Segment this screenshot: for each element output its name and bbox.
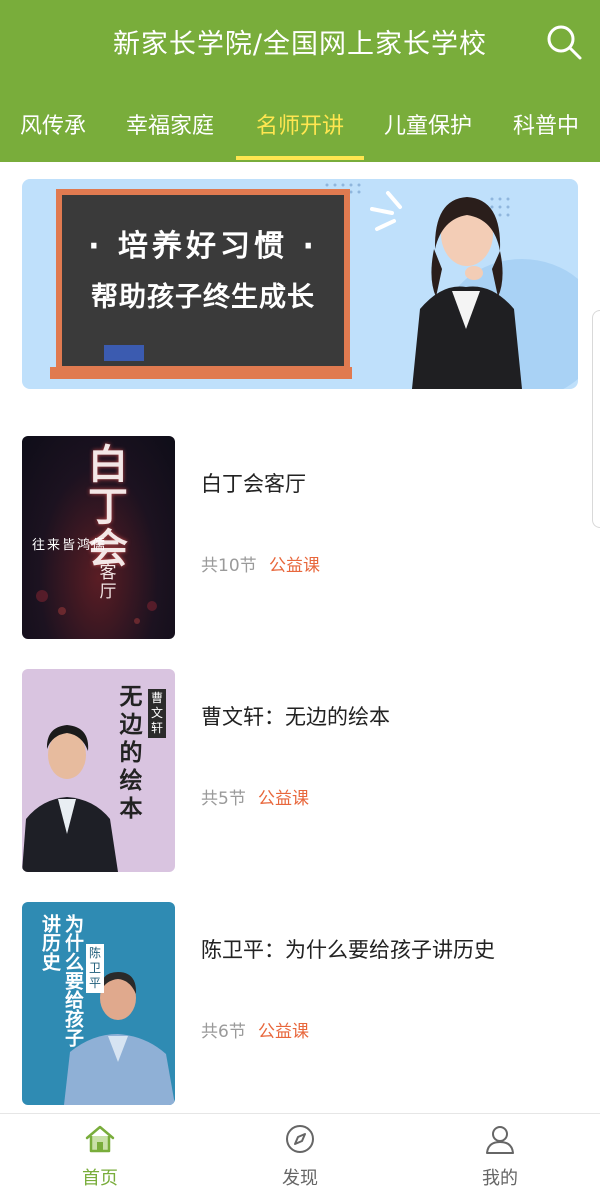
blackboard: · 培养好习惯 · 帮助孩子终生成长 (56, 189, 350, 372)
lesson-count: 共5节 (201, 789, 246, 809)
cover-author-label: 陈卫平 (86, 944, 104, 993)
tab-feng-chuan-cheng[interactable]: 风传承 (20, 108, 86, 140)
course-title: 白丁会客厅 (201, 472, 306, 496)
user-icon (486, 1126, 514, 1154)
lesson-count: 共10节 (201, 556, 257, 576)
course-item[interactable]: 白丁会 客厅 往来皆鸿儒 白丁会客厅 共10节 公益课 (22, 436, 582, 640)
course-title: 陈卫平：为什么要给孩子讲历史 (201, 938, 495, 962)
compass-icon (286, 1125, 314, 1153)
cover-title-art: 无边的绘本 (119, 683, 143, 822)
course-item[interactable]: 为什么要给孩子讲历史 陈卫平 陈卫平：为什么要给孩子讲历史 共6节 公益课 (22, 902, 582, 1106)
promo-banner[interactable]: · 培养好习惯 · 帮助孩子终生成长 (22, 179, 578, 389)
category-tabs: 风传承 幸福家庭 名师开讲 儿童保护 科普中 (0, 100, 600, 162)
nav-home[interactable]: 首页 (40, 1114, 160, 1196)
page-title: 新家长学院/全国网上家长学校 (112, 29, 488, 60)
lesson-count: 共6节 (201, 1022, 246, 1042)
tab-science[interactable]: 科普中 (513, 108, 579, 140)
cover-title-art: 为什么要给孩子讲历史 (39, 914, 84, 1047)
nav-profile-label: 我的 (482, 1168, 518, 1189)
free-course-badge: 公益课 (258, 789, 309, 809)
course-cover-image: 无边的绘本 曹文轩 (22, 669, 175, 872)
nav-discover[interactable]: 发现 (240, 1114, 360, 1196)
cover-author-label: 曹文轩 (148, 689, 166, 738)
blackboard-tray (50, 367, 352, 379)
cover-side-text: 往来皆鸿儒 (32, 538, 108, 553)
tab-famous-teachers[interactable]: 名师开讲 (256, 108, 344, 140)
active-tab-indicator (236, 156, 364, 160)
bottom-navigation: 首页 发现 我的 (0, 1113, 600, 1196)
banner-headline: · 培养好习惯 · (88, 229, 318, 264)
app-header: 新家长学院/全国网上家长学校 风传承 幸福家庭 名师开讲 儿童保护 科普中 (0, 0, 600, 162)
free-course-badge: 公益课 (258, 1022, 309, 1042)
cover-subtitle-art: 客厅 (99, 563, 117, 602)
tab-happy-family[interactable]: 幸福家庭 (126, 108, 214, 140)
home-icon (85, 1125, 115, 1153)
eraser-decoration (104, 345, 144, 361)
tab-child-protection[interactable]: 儿童保护 (384, 108, 472, 140)
nav-discover-label: 发现 (282, 1168, 318, 1189)
search-button[interactable] (544, 22, 584, 62)
nav-home-label: 首页 (82, 1168, 118, 1189)
course-item[interactable]: 无边的绘本 曹文轩 曹文轩：无边的绘本 共5节 公益课 (22, 669, 582, 873)
course-cover-image: 白丁会 客厅 往来皆鸿儒 (22, 436, 175, 639)
course-title: 曹文轩：无边的绘本 (201, 705, 390, 729)
side-drawer-handle[interactable] (592, 310, 600, 528)
nav-profile[interactable]: 我的 (440, 1114, 560, 1196)
free-course-badge: 公益课 (269, 556, 320, 576)
course-cover-image: 为什么要给孩子讲历史 陈卫平 (22, 902, 175, 1105)
search-icon (547, 25, 582, 60)
banner-subline: 帮助孩子终生成长 (91, 282, 315, 313)
